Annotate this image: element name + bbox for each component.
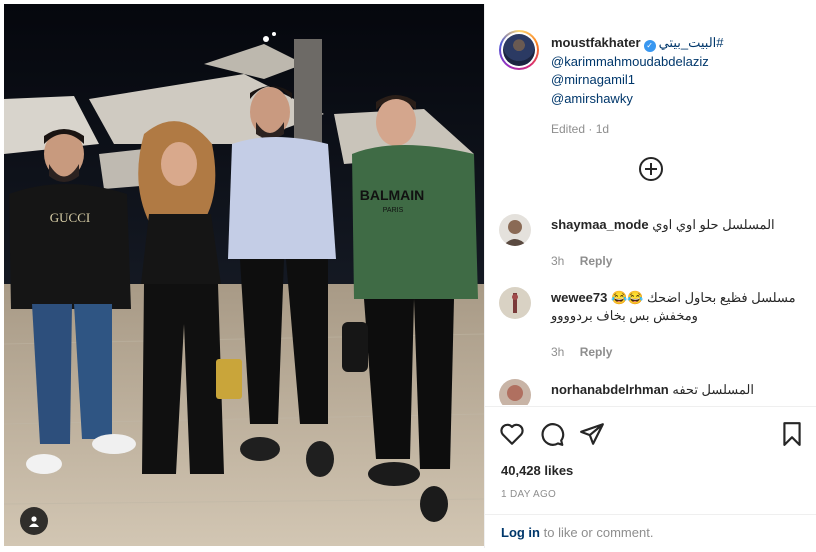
comment-meta: 3h Reply [551,345,612,359]
commenter-username[interactable]: shaymaa_mode [551,217,649,232]
comment-time: 3h [551,345,565,359]
login-link[interactable]: Log in [501,525,540,540]
reply-button[interactable]: Reply [580,345,613,359]
commenter-username[interactable]: norhanabdelrhman [551,382,669,397]
likes-count[interactable]: 40,428 likes [501,463,573,478]
post-photo-illustration: GUCCI BALMAIN PARIS [4,4,484,546]
author-username[interactable]: moustfakhater [551,35,641,50]
bookmark-icon[interactable] [779,421,805,447]
plus-circle-icon [645,163,657,175]
comment-meta: 3h Reply [551,254,612,268]
edited-timestamp: Edited · 1d [551,122,610,136]
shirt-text-3: PARIS [383,207,404,214]
commenter-avatar[interactable] [499,379,531,405]
verified-badge-icon: ✓ [643,40,656,52]
shirt-text-2: BALMAIN [360,187,425,203]
share-icon[interactable] [579,421,605,447]
caption-mention[interactable]: @amirshawky [551,90,724,109]
heart-icon[interactable] [499,421,525,447]
caption-text: moustfakhater ✓ البيت_بيتي# @karimmahmouda… [551,34,724,108]
post-caption: moustfakhater ✓ البيت_بيتي# @karimmahmouda… [499,30,806,148]
person-tag-icon [29,516,39,527]
commenter-username[interactable]: wewee73 [551,290,607,305]
post-side-panel: moustfakhater ✓ البيت_بيتي# @karimmahmouda… [484,4,816,548]
comment-text: المسلسل تحفه [672,382,754,397]
login-prompt: Log in to like or comment. [485,514,816,548]
reply-button[interactable]: Reply [580,254,613,268]
tagged-people-button[interactable] [20,507,48,535]
post-date: 1 DAY AGO [501,489,557,500]
comment-text: المسلسل حلو اوي اوي [652,217,775,232]
comment-item: shaymaa_mode المسلسل حلو اوي اوي 3h Repl… [499,214,809,284]
shirt-text-1: GUCCI [50,210,90,225]
caption-mention[interactable]: @karimmahmoudabdelaziz [551,53,724,72]
comment-icon[interactable] [539,421,565,447]
caption-hashtag[interactable]: البيت_بيتي# [659,35,724,50]
comment-item: wewee73 مسلسل فظيع بحاول اضحك 😂😂 ومخفش ب… [499,287,809,359]
author-avatar[interactable] [499,30,539,70]
commenter-avatar[interactable] [499,214,531,246]
login-prompt-text: to like or comment. [540,525,654,540]
caption-mention[interactable]: @mirnagamil1 [551,71,724,90]
comment-time: 3h [551,254,565,268]
load-more-comments-button[interactable] [639,157,663,181]
comments-list[interactable]: shaymaa_mode المسلسل حلو اوي اوي 3h Repl… [485,209,816,405]
commenter-avatar[interactable] [499,287,531,319]
post-photo[interactable]: GUCCI BALMAIN PARIS [4,4,484,546]
comment-item: norhanabdelrhman المسلسل تحفه [499,379,809,405]
post-actions: 40,428 likes 1 DAY AGO [485,406,816,516]
